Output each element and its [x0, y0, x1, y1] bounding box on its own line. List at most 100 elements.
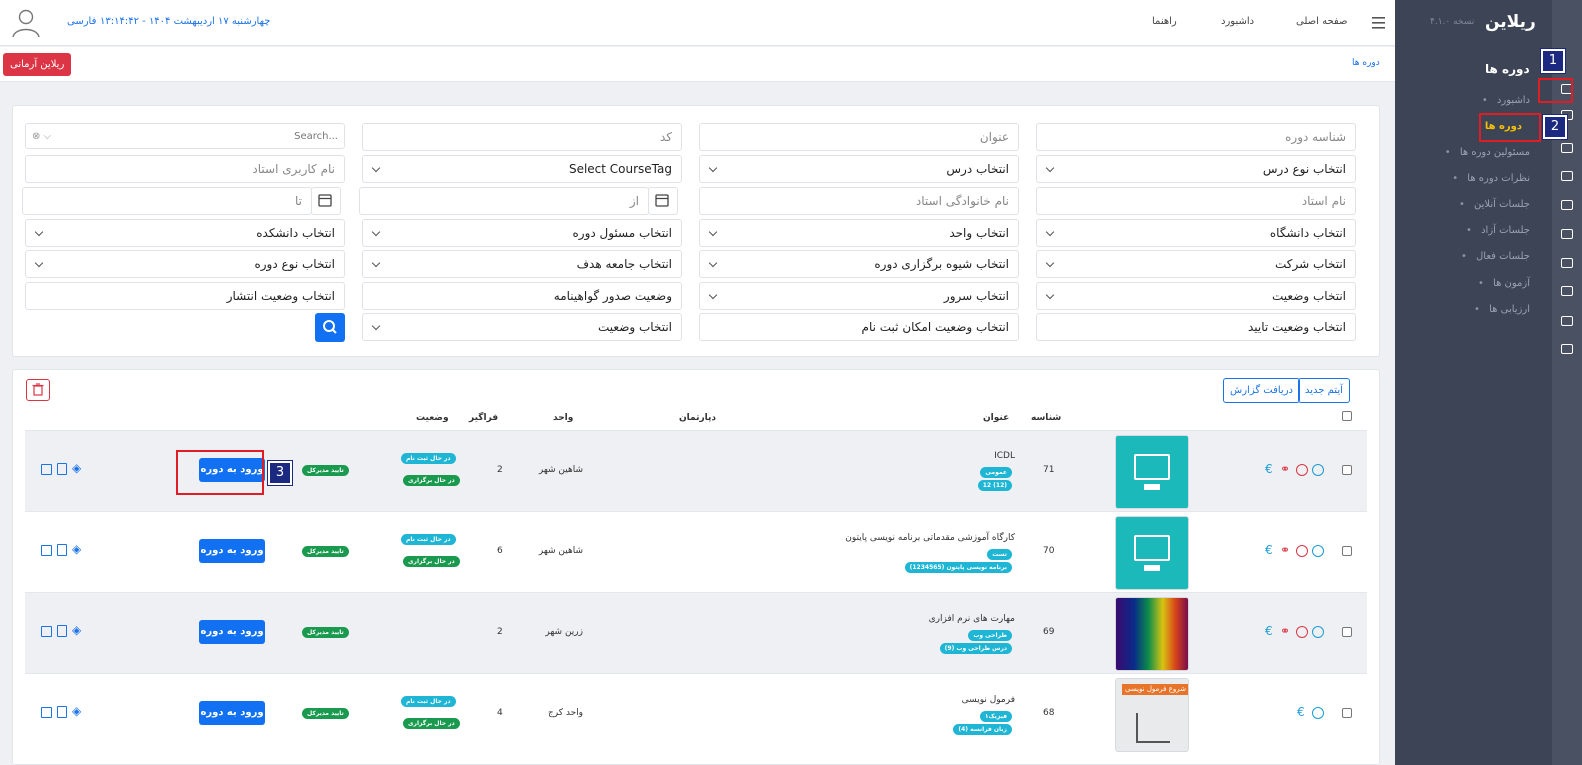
get-report-button[interactable]: دریافت گزارش	[1223, 378, 1300, 403]
sidebar-item-6[interactable]: جلسات فعال •	[1461, 251, 1530, 262]
teacher-lastname-field[interactable]: نام خانوادگی استاد	[699, 187, 1019, 215]
target-community-select[interactable]: انتخاب جامعه هدف	[362, 250, 682, 278]
sidebar-item-0[interactable]: داشبورد •	[1482, 95, 1530, 106]
course-id-field[interactable]: شناسه دوره	[1036, 123, 1356, 151]
date-from-picker[interactable]	[648, 187, 678, 215]
clock-icon[interactable]	[1296, 464, 1308, 476]
code-field[interactable]: کد	[362, 123, 682, 151]
date-from-field[interactable]: از	[359, 187, 649, 215]
layers-icon[interactable]: ◈	[72, 705, 81, 717]
teacher-username-field[interactable]: نام کاربری استاد	[25, 155, 345, 183]
calculator-icon[interactable]	[1561, 258, 1573, 268]
row-checkbox[interactable]	[1342, 708, 1352, 718]
message-icon[interactable]	[1561, 316, 1573, 326]
nav-home[interactable]: صفحه اصلی	[1296, 16, 1347, 27]
clipboard-icon[interactable]	[57, 625, 67, 637]
unit-select[interactable]: انتخاب واحد	[699, 219, 1019, 247]
edit-icon[interactable]	[41, 545, 52, 556]
holding-method-select[interactable]: انتخاب شیوه برگزاری دوره	[699, 250, 1019, 278]
check-circle-icon[interactable]	[1312, 464, 1324, 476]
row-checkbox[interactable]	[1342, 546, 1352, 556]
headset-icon[interactable]	[1561, 344, 1573, 354]
search-button[interactable]	[315, 313, 345, 342]
course-tag-select[interactable]: Select CourseTag	[362, 155, 682, 183]
chart-icon[interactable]	[1561, 229, 1573, 239]
euro-icon[interactable]: €	[1297, 706, 1305, 718]
sidebar-item-7[interactable]: آزمون ها •	[1478, 278, 1530, 289]
search-select[interactable]: ⊗ ⌵ Search...	[25, 123, 345, 149]
course-title[interactable]: فرمول نویسی	[962, 695, 1015, 705]
sidebar-item-5[interactable]: جلسات آزاد •	[1466, 225, 1530, 236]
chat-icon[interactable]	[1561, 200, 1573, 210]
chevron-down-icon	[1045, 258, 1055, 268]
publish-status-field[interactable]: انتخاب وضعیت انتشار	[25, 282, 345, 310]
registration-status-field[interactable]: انتخاب وضعیت امکان ثبت نام	[699, 313, 1019, 341]
clipboard-icon[interactable]	[57, 544, 67, 556]
euro-icon[interactable]: €	[1265, 463, 1273, 475]
breadcrumb-item[interactable]: دوره ها	[1352, 58, 1380, 68]
hamburger-icon[interactable]	[1372, 14, 1385, 29]
enter-course-button[interactable]: ورود به دوره	[199, 539, 265, 563]
breadcrumb: ریلاین آرمانی دوره ها	[0, 47, 1395, 82]
table-icon[interactable]	[1561, 171, 1573, 181]
university-select[interactable]: انتخاب دانشگاه	[1036, 219, 1356, 247]
calendar-icon	[655, 194, 669, 207]
check-circle-icon[interactable]	[1312, 707, 1324, 719]
nav-help[interactable]: راهنما	[1152, 16, 1177, 27]
course-type-select[interactable]: انتخاب نوع دوره	[25, 250, 345, 278]
link-icon[interactable]: ⚭	[1280, 544, 1290, 556]
course-title[interactable]: مهارت های نرم افزاری	[929, 614, 1015, 624]
layers-icon[interactable]: ◈	[72, 543, 81, 555]
step-badge-2: 2	[1543, 115, 1567, 139]
sidebar-item-4[interactable]: جلسات آنلاین •	[1459, 199, 1530, 210]
lesson-select[interactable]: انتخاب درس	[699, 155, 1019, 183]
link-icon[interactable]: ⚭	[1280, 625, 1290, 637]
row-checkbox[interactable]	[1342, 465, 1352, 475]
clock-icon[interactable]	[1296, 626, 1308, 638]
company-select[interactable]: انتخاب شرکت	[1036, 250, 1356, 278]
status-select-2[interactable]: انتخاب وضعیت	[362, 313, 682, 341]
layers-icon[interactable]: ◈	[72, 462, 81, 474]
server-select[interactable]: انتخاب سرور	[699, 282, 1019, 310]
avatar[interactable]	[10, 6, 42, 38]
layers-icon[interactable]: ◈	[72, 624, 81, 636]
edit-icon[interactable]	[41, 464, 52, 475]
course-title[interactable]: کارگاه آموزشی مقدماتی برنامه نویسی پایتو…	[845, 533, 1015, 543]
enter-course-button[interactable]: ورود به دوره	[199, 620, 265, 644]
header-unit: واحد	[553, 413, 574, 423]
check-circle-icon[interactable]	[1312, 626, 1324, 638]
edit-icon[interactable]	[41, 707, 52, 718]
date-to-field[interactable]: تا	[22, 187, 312, 215]
basket-icon[interactable]	[1561, 143, 1573, 153]
course-title[interactable]: ICDL	[994, 451, 1015, 461]
language-link[interactable]: فارسی	[67, 16, 96, 27]
edit-icon[interactable]	[41, 626, 52, 637]
approval-status-field[interactable]: انتخاب وضعیت تایید	[1036, 313, 1356, 341]
select-all-checkbox[interactable]	[1342, 411, 1352, 421]
sidebar-item-8[interactable]: ارزیابی ها •	[1474, 304, 1530, 315]
clipboard-icon[interactable]	[57, 706, 67, 718]
link-icon[interactable]: ⚭	[1280, 463, 1290, 475]
clock-icon[interactable]	[1296, 545, 1308, 557]
check-circle-icon[interactable]	[1312, 545, 1324, 557]
status-select[interactable]: انتخاب وضعیت	[1036, 282, 1356, 310]
bullet-icon: •	[1452, 173, 1462, 184]
euro-icon[interactable]: €	[1265, 544, 1273, 556]
row-checkbox[interactable]	[1342, 627, 1352, 637]
sidebar-item-3[interactable]: نظرات دوره ها •	[1452, 173, 1530, 184]
date-to-picker[interactable]	[311, 187, 341, 215]
euro-icon[interactable]: €	[1265, 625, 1273, 637]
mail-icon[interactable]	[1561, 286, 1573, 296]
enter-course-button[interactable]: ورود به دوره	[199, 701, 265, 725]
delete-button[interactable]	[26, 379, 50, 401]
course-manager-select[interactable]: انتخاب مسئول دوره	[362, 219, 682, 247]
nav-dashboard[interactable]: داشبورد	[1221, 16, 1254, 27]
lesson-type-select[interactable]: انتخاب نوع درس	[1036, 155, 1356, 183]
new-item-button[interactable]: آیتم جدید	[1298, 378, 1350, 403]
clipboard-icon[interactable]	[57, 463, 67, 475]
faculty-select[interactable]: انتخاب دانشکده	[25, 219, 345, 247]
certificate-status-field[interactable]: وضعیت صدور گواهینامه	[362, 282, 682, 310]
teacher-name-field[interactable]: نام استاد	[1036, 187, 1356, 215]
sidebar-item-2[interactable]: مسئولین دوره ها •	[1445, 147, 1530, 158]
title-field[interactable]: عنوان	[699, 123, 1019, 151]
